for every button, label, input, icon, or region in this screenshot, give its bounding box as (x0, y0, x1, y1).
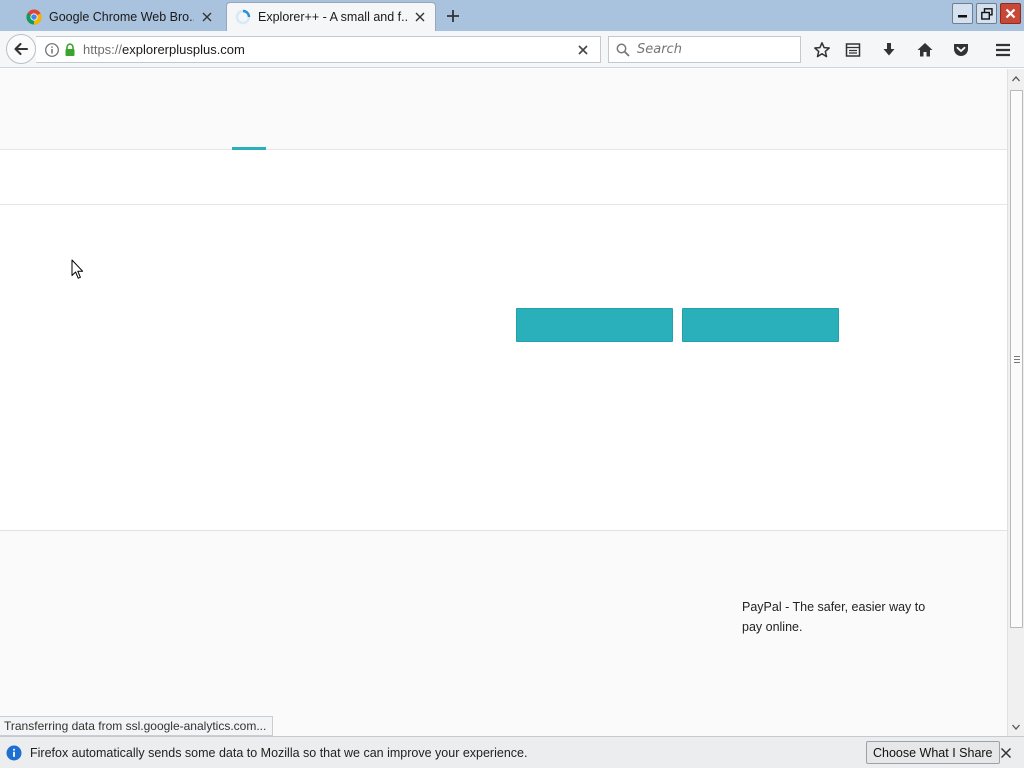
secure-lock-icon (64, 42, 76, 57)
download-button[interactable] (516, 308, 673, 342)
url-text[interactable]: https://explorerplusplus.com (83, 42, 576, 57)
search-bar[interactable] (608, 36, 801, 63)
hero-section (0, 205, 1007, 530)
vertical-scrollbar[interactable] (1007, 69, 1024, 736)
paypal-donate-text[interactable]: PayPal - The safer, easier way to pay on… (742, 597, 942, 637)
search-input[interactable] (637, 42, 797, 57)
tab-strip: Google Chrome Web Bro... Explorer++ - A … (0, 0, 1024, 31)
reading-list-icon[interactable] (843, 40, 863, 60)
scrollbar-thumb[interactable] (1010, 90, 1023, 628)
scroll-up-arrow-icon[interactable] (1008, 71, 1024, 87)
scroll-down-arrow-icon[interactable] (1008, 719, 1024, 735)
close-notification-icon[interactable] (999, 746, 1013, 760)
site-footer: PayPal - The safer, easier way to pay on… (0, 530, 1007, 736)
chrome-icon (26, 9, 42, 25)
restore-window-button[interactable] (976, 3, 997, 24)
info-icon (6, 745, 22, 761)
close-tab-icon[interactable] (413, 10, 427, 24)
site-info-icon[interactable] (44, 42, 60, 58)
home-icon[interactable] (915, 40, 935, 60)
back-button[interactable] (6, 34, 36, 64)
secondary-download-button[interactable] (682, 308, 839, 342)
navigation-toolbar: https://explorerplusplus.com (0, 31, 1024, 68)
tab-title: Google Chrome Web Bro... (49, 9, 194, 24)
tab-explorerplusplus[interactable]: Explorer++ - A small and f... (226, 2, 436, 31)
site-header (0, 69, 1007, 150)
download-icon[interactable] (879, 40, 899, 60)
status-text: Transferring data from ssl.google-analyt… (0, 716, 274, 736)
loading-spinner-icon (235, 9, 251, 25)
back-arrow-icon (14, 42, 29, 56)
pocket-icon[interactable] (951, 40, 971, 60)
choose-what-i-share-button[interactable]: Choose What I Share (866, 741, 1000, 764)
close-tab-icon[interactable] (200, 10, 214, 24)
hamburger-menu-icon[interactable] (993, 40, 1013, 60)
address-bar[interactable]: https://explorerplusplus.com (36, 36, 601, 63)
close-window-button[interactable] (1000, 3, 1021, 24)
notification-bar: Firefox automatically sends some data to… (0, 736, 1024, 768)
scrollbar-grip-icon (1014, 356, 1020, 363)
stop-loading-icon[interactable] (576, 43, 590, 57)
minimize-window-button[interactable] (952, 3, 973, 24)
tab-google-chrome[interactable]: Google Chrome Web Bro... (18, 2, 222, 31)
new-tab-plus-icon[interactable] (443, 6, 463, 26)
url-host: explorerplusplus.com (122, 42, 245, 57)
bookmark-star-icon[interactable] (812, 40, 832, 60)
mouse-pointer-icon (71, 259, 84, 280)
tab-title: Explorer++ - A small and f... (258, 10, 407, 24)
search-icon (616, 43, 630, 57)
url-scheme: https:// (83, 42, 123, 57)
sub-navigation (0, 150, 1007, 205)
page-content: PayPal - The safer, easier way to pay on… (0, 69, 1007, 736)
